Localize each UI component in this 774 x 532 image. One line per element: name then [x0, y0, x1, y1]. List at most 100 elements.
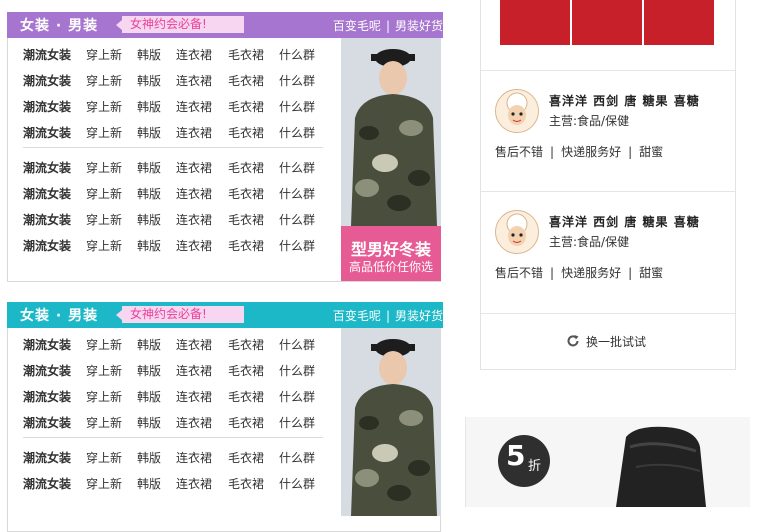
keyword-link[interactable]: 什么群 — [279, 46, 315, 63]
keyword-link[interactable]: 韩版 — [137, 72, 161, 89]
keyword-link[interactable]: 毛衣裙 — [228, 414, 264, 431]
keyword-link[interactable]: 毛衣裙 — [228, 185, 264, 202]
keyword-link[interactable]: 毛衣裙 — [228, 449, 264, 466]
keyword-link[interactable]: 潮流女装 — [23, 124, 71, 141]
keyword-link[interactable]: 连衣裙 — [176, 159, 212, 176]
keyword-link[interactable]: 潮流女装 — [23, 336, 71, 353]
keyword-link[interactable]: 潮流女装 — [23, 98, 71, 115]
keyword-link[interactable]: 潮流女装 — [23, 414, 71, 431]
keyword-link[interactable]: 穿上新 — [86, 185, 122, 202]
promo-banner[interactable]: 型男好冬装 高品低价任你选 — [341, 226, 441, 281]
keyword-link[interactable]: 什么群 — [279, 237, 315, 254]
keyword-link[interactable]: 韩版 — [137, 362, 161, 379]
model-photo[interactable] — [341, 38, 441, 226]
keyword-link[interactable]: 穿上新 — [86, 124, 122, 141]
link-wool[interactable]: 百变毛呢 — [333, 309, 381, 323]
shop-card[interactable]: 喜洋洋 西剑 唐 糖果 喜糖 主营:食品/保健 售后不错 | 快递服务好 | 甜蜜 — [481, 70, 735, 192]
keyword-link[interactable]: 什么群 — [279, 362, 315, 379]
keyword-link[interactable]: 韩版 — [137, 185, 161, 202]
link-wool[interactable]: 百变毛呢 — [333, 19, 381, 33]
keyword-link[interactable]: 什么群 — [279, 449, 315, 466]
keyword-link[interactable]: 潮流女装 — [23, 159, 71, 176]
promo-area[interactable] — [341, 328, 441, 531]
keyword-link[interactable]: 连衣裙 — [176, 237, 212, 254]
keyword-link[interactable]: 连衣裙 — [176, 124, 212, 141]
keyword-link[interactable]: 什么群 — [279, 336, 315, 353]
promo-area[interactable]: 型男好冬装 高品低价任你选 — [341, 38, 441, 281]
keyword-link[interactable]: 连衣裙 — [176, 414, 212, 431]
keyword-link[interactable]: 连衣裙 — [176, 185, 212, 202]
shop-name[interactable]: 喜洋洋 西剑 唐 糖果 喜糖 — [549, 213, 700, 230]
product-thumb[interactable] — [572, 0, 642, 45]
keyword-link[interactable]: 什么群 — [279, 124, 315, 141]
keyword-link[interactable]: 连衣裙 — [176, 72, 212, 89]
keyword-link[interactable]: 连衣裙 — [176, 475, 212, 492]
panel-tag[interactable]: 女神约会必备! — [116, 16, 244, 33]
keyword-link[interactable]: 韩版 — [137, 475, 161, 492]
refresh-button[interactable]: 换一批试试 — [566, 333, 646, 350]
product-thumb[interactable] — [644, 0, 714, 45]
keyword-link[interactable]: 毛衣裙 — [228, 237, 264, 254]
keyword-link[interactable]: 韩版 — [137, 159, 161, 176]
keyword-link[interactable]: 潮流女装 — [23, 185, 71, 202]
keyword-link[interactable]: 穿上新 — [86, 362, 122, 379]
keyword-link[interactable]: 穿上新 — [86, 72, 122, 89]
keyword-link[interactable]: 韩版 — [137, 388, 161, 405]
link-menswear[interactable]: 男装好货 — [395, 19, 443, 33]
keyword-link[interactable]: 潮流女装 — [23, 72, 71, 89]
discount-ad[interactable]: 5 折 — [465, 417, 750, 507]
keyword-link[interactable]: 毛衣裙 — [228, 388, 264, 405]
model-photo[interactable] — [341, 328, 441, 516]
keyword-link[interactable]: 潮流女装 — [23, 46, 71, 63]
panel-title[interactable]: 女装 · 男装 — [20, 305, 98, 325]
product-thumb[interactable] — [500, 0, 570, 45]
keyword-link[interactable]: 潮流女装 — [23, 211, 71, 228]
keyword-link[interactable]: 穿上新 — [86, 98, 122, 115]
keyword-link[interactable]: 穿上新 — [86, 237, 122, 254]
panel-title[interactable]: 女装 · 男装 — [20, 15, 98, 35]
keyword-link[interactable]: 韩版 — [137, 414, 161, 431]
keyword-link[interactable]: 穿上新 — [86, 475, 122, 492]
panel-tag[interactable]: 女神约会必备! — [116, 306, 244, 323]
keyword-link[interactable]: 什么群 — [279, 211, 315, 228]
keyword-link[interactable]: 毛衣裙 — [228, 475, 264, 492]
keyword-link[interactable]: 毛衣裙 — [228, 336, 264, 353]
keyword-link[interactable]: 穿上新 — [86, 449, 122, 466]
keyword-link[interactable]: 什么群 — [279, 72, 315, 89]
shop-name[interactable]: 喜洋洋 西剑 唐 糖果 喜糖 — [549, 92, 700, 109]
link-menswear[interactable]: 男装好货 — [395, 309, 443, 323]
keyword-link[interactable]: 韩版 — [137, 237, 161, 254]
keyword-link[interactable]: 潮流女装 — [23, 475, 71, 492]
shop-avatar[interactable] — [495, 89, 539, 133]
keyword-link[interactable]: 韩版 — [137, 211, 161, 228]
shop-avatar[interactable] — [495, 210, 539, 254]
keyword-link[interactable]: 毛衣裙 — [228, 46, 264, 63]
keyword-link[interactable]: 穿上新 — [86, 46, 122, 63]
keyword-link[interactable]: 连衣裙 — [176, 46, 212, 63]
keyword-link[interactable]: 穿上新 — [86, 414, 122, 431]
keyword-link[interactable]: 什么群 — [279, 98, 315, 115]
keyword-link[interactable]: 什么群 — [279, 185, 315, 202]
keyword-link[interactable]: 韩版 — [137, 98, 161, 115]
keyword-link[interactable]: 什么群 — [279, 414, 315, 431]
keyword-link[interactable]: 毛衣裙 — [228, 98, 264, 115]
keyword-link[interactable]: 韩版 — [137, 124, 161, 141]
keyword-link[interactable]: 什么群 — [279, 475, 315, 492]
keyword-link[interactable]: 潮流女装 — [23, 388, 71, 405]
keyword-link[interactable]: 毛衣裙 — [228, 159, 264, 176]
keyword-link[interactable]: 毛衣裙 — [228, 362, 264, 379]
keyword-link[interactable]: 潮流女装 — [23, 237, 71, 254]
keyword-link[interactable]: 连衣裙 — [176, 336, 212, 353]
shop-card[interactable]: 喜洋洋 西剑 唐 糖果 喜糖 主营:食品/保健 售后不错 | 快递服务好 | 甜蜜 — [481, 191, 735, 313]
keyword-link[interactable]: 毛衣裙 — [228, 72, 264, 89]
keyword-link[interactable]: 穿上新 — [86, 211, 122, 228]
keyword-link[interactable]: 潮流女装 — [23, 449, 71, 466]
keyword-link[interactable]: 潮流女装 — [23, 362, 71, 379]
keyword-link[interactable]: 连衣裙 — [176, 449, 212, 466]
keyword-link[interactable]: 连衣裙 — [176, 98, 212, 115]
keyword-link[interactable]: 韩版 — [137, 46, 161, 63]
keyword-link[interactable]: 什么群 — [279, 159, 315, 176]
keyword-link[interactable]: 穿上新 — [86, 159, 122, 176]
keyword-link[interactable]: 连衣裙 — [176, 362, 212, 379]
keyword-link[interactable]: 韩版 — [137, 336, 161, 353]
